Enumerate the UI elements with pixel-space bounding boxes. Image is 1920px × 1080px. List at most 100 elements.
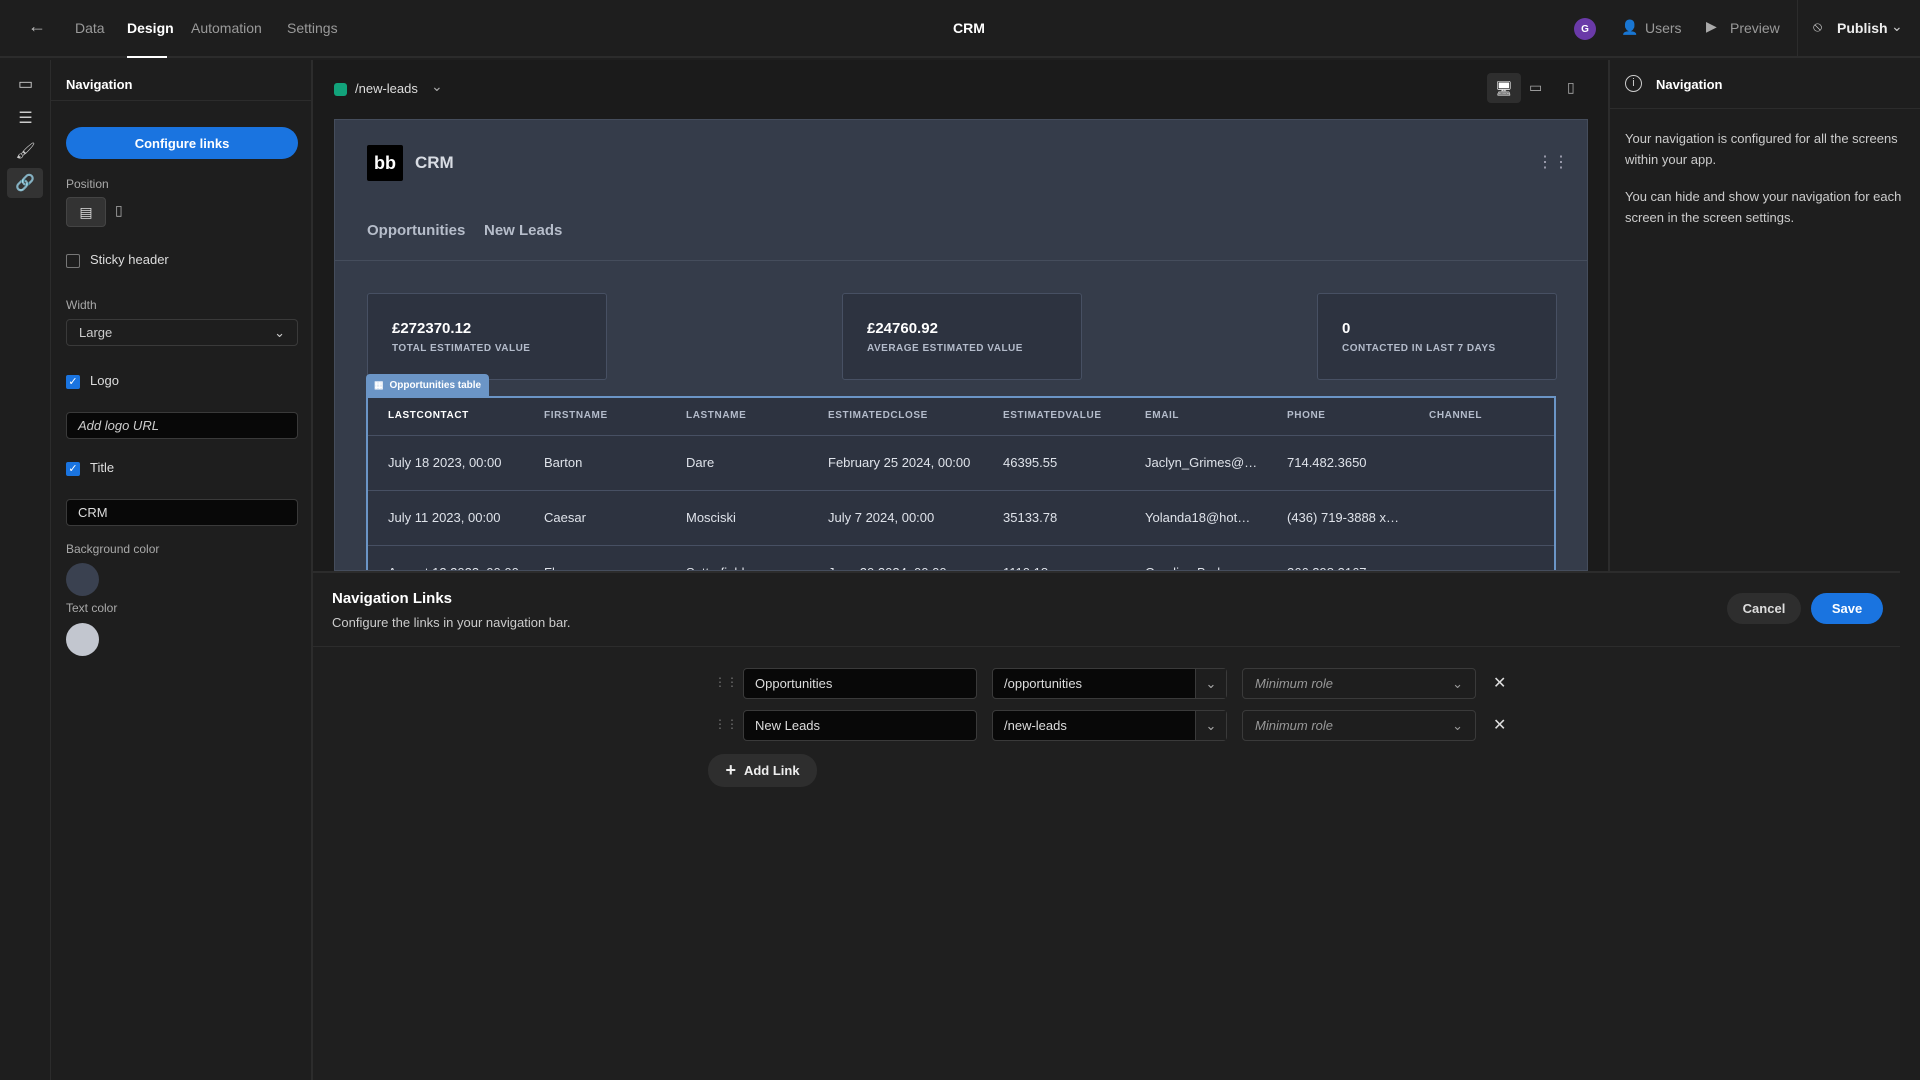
- minimum-role-select[interactable]: Minimum role ⌄: [1242, 710, 1476, 741]
- panel-title: Navigation: [66, 77, 133, 92]
- active-tab-underline: [127, 56, 167, 58]
- text-color-swatch[interactable]: [66, 623, 99, 656]
- link-icon[interactable]: 🔗: [7, 168, 43, 198]
- column-header[interactable]: EMAIL: [1145, 410, 1179, 421]
- title-input[interactable]: CRM: [66, 499, 298, 526]
- column-header[interactable]: CHANNEL: [1429, 410, 1482, 421]
- table-cell: July 18 2023, 00:00: [388, 455, 502, 470]
- stat-card: 0 CONTACTED IN LAST 7 DAYS: [1317, 293, 1557, 380]
- save-button[interactable]: Save: [1811, 593, 1883, 624]
- tab-data[interactable]: Data: [75, 20, 105, 36]
- width-label: Width: [66, 298, 97, 312]
- column-header[interactable]: ESTIMATEDCLOSE: [828, 410, 928, 421]
- info-text: Your navigation is configured for all th…: [1625, 131, 1898, 167]
- column-header[interactable]: LASTCONTACT: [388, 410, 469, 421]
- tab-settings[interactable]: Settings: [287, 20, 338, 36]
- users-icon: 👤: [1621, 19, 1639, 35]
- info-text: You can hide and show your navigation fo…: [1625, 189, 1902, 225]
- avatar[interactable]: G: [1574, 18, 1596, 40]
- link-url-input[interactable]: /opportunities ⌄: [992, 668, 1227, 699]
- minimum-role-select[interactable]: Minimum role ⌄: [1242, 668, 1476, 699]
- table-cell: 714.482.3650: [1287, 455, 1367, 470]
- chevron-down-icon: ⌄: [274, 324, 285, 340]
- table-cell: Mosciski: [686, 510, 736, 525]
- screen-icon[interactable]: ▭: [12, 70, 39, 97]
- publish-button[interactable]: Publish: [1837, 20, 1888, 36]
- tab-automation[interactable]: Automation: [191, 20, 262, 36]
- position-label: Position: [66, 177, 109, 191]
- table-row[interactable]: August 12 2023, 00:00FloSatterfieldJune …: [368, 545, 1554, 570]
- column-header[interactable]: LASTNAME: [686, 410, 746, 421]
- background-color-label: Background color: [66, 542, 160, 556]
- column-header[interactable]: ESTIMATEDVALUE: [1003, 410, 1102, 421]
- chevron-down-icon: ⌄: [1452, 717, 1463, 733]
- tab-design[interactable]: Design: [127, 20, 174, 36]
- link-text-input[interactable]: New Leads: [743, 710, 977, 741]
- chevron-down-icon[interactable]: ⌄: [431, 78, 443, 95]
- preview-title: CRM: [415, 153, 454, 172]
- table-cell: July 7 2024, 00:00: [828, 510, 935, 525]
- sticky-header-checkbox[interactable]: [66, 254, 80, 268]
- width-select[interactable]: Large ⌄: [66, 319, 298, 346]
- drag-handle-icon[interactable]: ⋮⋮: [714, 717, 738, 731]
- publish-icon: ⦸: [1813, 18, 1823, 34]
- route-color-dot: [334, 83, 347, 96]
- table-label: Opportunities table: [389, 380, 482, 391]
- icon-rail: ▭ ☰ 🖌 🔗: [0, 60, 51, 1080]
- paintbrush-icon[interactable]: 🖌: [12, 137, 39, 164]
- link-url-input[interactable]: /new-leads ⌄: [992, 710, 1227, 741]
- desktop-icon[interactable]: 🖥: [1487, 73, 1521, 103]
- chevron-down-icon[interactable]: ⌄: [1891, 18, 1903, 35]
- stat-value: £24760.92: [867, 320, 938, 337]
- divider: [1797, 0, 1798, 58]
- drag-handle-icon[interactable]: ⋮⋮: [714, 675, 738, 689]
- column-header[interactable]: FIRSTNAME: [544, 410, 608, 421]
- logo-label: Logo: [90, 373, 119, 388]
- column-header[interactable]: PHONE: [1287, 410, 1326, 421]
- stat-label: AVERAGE ESTIMATED VALUE: [867, 343, 1023, 354]
- back-arrow-icon[interactable]: ←: [28, 16, 46, 37]
- chevron-down-icon[interactable]: ⌄: [1195, 711, 1226, 740]
- panel-title: Navigation Links: [332, 590, 453, 607]
- link-text-input[interactable]: Opportunities: [743, 668, 977, 699]
- tablet-icon[interactable]: ▭: [1529, 79, 1542, 96]
- stat-label: CONTACTED IN LAST 7 DAYS: [1342, 343, 1496, 354]
- remove-link-icon[interactable]: ✕: [1493, 673, 1506, 693]
- role-placeholder: Minimum role: [1255, 718, 1334, 733]
- table-icon: ▦: [374, 380, 384, 391]
- divider: [1610, 108, 1920, 109]
- title-checkbox[interactable]: ✓: [66, 462, 80, 476]
- preview-nav-link[interactable]: Opportunities: [367, 222, 465, 239]
- background-color-swatch[interactable]: [66, 563, 99, 596]
- components-list-icon[interactable]: ☰: [12, 104, 39, 131]
- preview-button[interactable]: Preview: [1730, 20, 1780, 36]
- table-row[interactable]: July 18 2023, 00:00 Barton Dare February 25…: [368, 435, 1554, 490]
- title-label: Title: [90, 460, 115, 475]
- play-icon: ▶: [1706, 18, 1717, 34]
- logo-url-input[interactable]: Add logo URL: [66, 412, 298, 439]
- cancel-button[interactable]: Cancel: [1727, 593, 1801, 624]
- add-link-button[interactable]: + Add Link: [708, 754, 817, 787]
- add-link-label: Add Link: [743, 763, 800, 778]
- position-left-button[interactable]: ▯: [115, 202, 123, 219]
- logo-checkbox[interactable]: ✓: [66, 375, 80, 389]
- info-icon: i: [1625, 75, 1642, 92]
- chevron-down-icon[interactable]: ⌄: [1195, 669, 1226, 698]
- mobile-icon[interactable]: ▯: [1567, 79, 1575, 96]
- link-url-value: /opportunities: [1004, 676, 1083, 691]
- table-row[interactable]: July 11 2023, 00:00 Caesar Mosciski July 7 …: [368, 490, 1554, 545]
- users-button[interactable]: Users: [1645, 20, 1682, 36]
- route-selector[interactable]: /new-leads: [355, 81, 418, 96]
- opportunities-table[interactable]: LASTCONTACT FIRSTNAME LASTNAME ESTIMATEDCLO…: [366, 396, 1556, 570]
- grid-menu-icon[interactable]: ⋮⋮: [1537, 152, 1569, 172]
- position-top-button[interactable]: ▤: [66, 197, 106, 227]
- component-label-tab[interactable]: ▦ Opportunities table: [366, 374, 490, 397]
- divider: [313, 646, 1900, 647]
- table-cell: 46395.55: [1003, 455, 1058, 470]
- configure-links-button[interactable]: Configure links: [66, 127, 298, 159]
- table-cell: 35133.78: [1003, 510, 1058, 525]
- text-color-label: Text color: [66, 601, 118, 615]
- preview-nav-link[interactable]: New Leads: [484, 222, 562, 239]
- remove-link-icon[interactable]: ✕: [1493, 715, 1506, 735]
- app-preview: bb CRM ⋮⋮ Opportunities New Leads £27237…: [334, 119, 1588, 571]
